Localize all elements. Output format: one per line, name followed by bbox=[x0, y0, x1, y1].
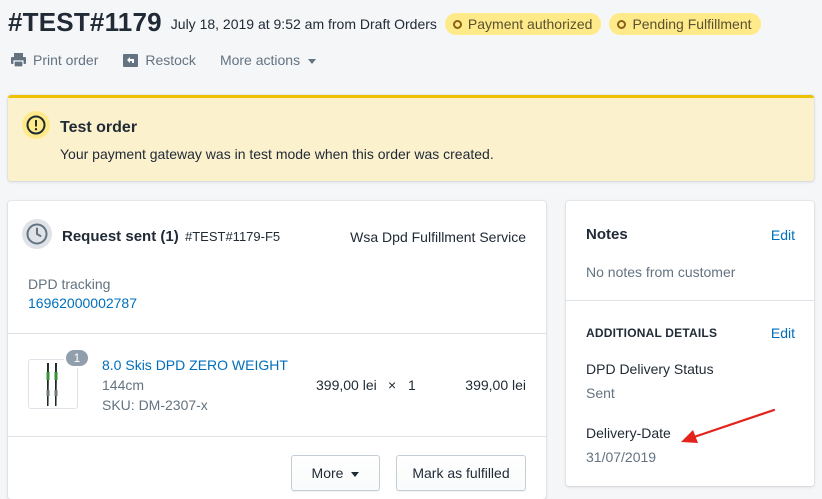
delivery-status-value: Sent bbox=[586, 385, 615, 401]
request-sent-title: Request sent (1) bbox=[62, 228, 179, 245]
fulfillment-status-badge: Pending Fulfillment bbox=[609, 13, 761, 35]
printer-icon bbox=[11, 53, 26, 68]
more-actions-dropdown[interactable]: More actions bbox=[219, 52, 317, 68]
unit-price: 399,00 lei bbox=[316, 377, 377, 393]
status-dot-icon bbox=[617, 19, 627, 29]
divider bbox=[8, 436, 546, 437]
additional-details-title: ADDITIONAL DETAILS bbox=[586, 326, 718, 340]
restock-label: Restock bbox=[145, 52, 196, 68]
fulfillment-card: Request sent (1) #TEST#1179-F5 Wsa Dpd F… bbox=[8, 201, 546, 499]
status-dot-icon bbox=[452, 19, 462, 29]
more-button[interactable]: More bbox=[291, 455, 380, 491]
test-order-banner: Test order Your payment gateway was in t… bbox=[8, 95, 814, 181]
annotation-arrow-icon bbox=[681, 408, 776, 443]
tracking-number-link[interactable]: 16962000002787 bbox=[28, 295, 137, 311]
divider bbox=[8, 333, 546, 334]
more-actions-label: More actions bbox=[219, 52, 301, 68]
fulfillment-status-label: Pending Fulfillment bbox=[632, 16, 752, 32]
caret-down-icon bbox=[351, 471, 360, 477]
more-button-label: More bbox=[311, 465, 344, 481]
print-order-label: Print order bbox=[33, 52, 99, 68]
order-title: #TEST#1179 bbox=[8, 6, 162, 37]
clock-icon bbox=[22, 219, 52, 249]
order-header: #TEST#1179 July 18, 2019 at 9:52 am from… bbox=[8, 4, 761, 40]
notes-empty-text: No notes from customer bbox=[586, 264, 736, 280]
mark-as-fulfilled-button[interactable]: Mark as fulfilled bbox=[396, 455, 526, 491]
fulfillment-service: Wsa Dpd Fulfillment Service bbox=[350, 229, 526, 245]
restock-icon bbox=[123, 54, 139, 67]
product-variant: 144cm bbox=[102, 377, 145, 393]
payment-status-badge: Payment authorized bbox=[444, 13, 602, 35]
fulfillment-id: #TEST#1179-F5 bbox=[185, 229, 281, 244]
notes-title: Notes bbox=[586, 226, 628, 243]
notes-edit-link[interactable]: Edit bbox=[771, 227, 795, 243]
tracking-label: DPD tracking bbox=[28, 276, 111, 292]
restock-button[interactable]: Restock bbox=[122, 52, 196, 68]
divider bbox=[566, 300, 814, 301]
order-meta: July 18, 2019 at 9:52 am from Draft Orde… bbox=[170, 16, 437, 32]
additional-details-edit-link[interactable]: Edit bbox=[771, 325, 795, 341]
print-order-button[interactable]: Print order bbox=[10, 52, 98, 68]
delivery-date-label: Delivery-Date bbox=[586, 425, 671, 441]
line-total: 399,00 lei bbox=[465, 377, 526, 393]
product-sku: SKU: DM-2307-x bbox=[102, 397, 208, 413]
caret-down-icon bbox=[308, 58, 317, 64]
banner-title: Test order bbox=[60, 119, 138, 136]
delivery-status-label: DPD Delivery Status bbox=[586, 361, 714, 377]
delivery-date-value: 31/07/2019 bbox=[586, 449, 657, 465]
quantity-badge: 1 bbox=[64, 348, 90, 368]
product-name-link[interactable]: 8.0 Skis DPD ZERO WEIGHT bbox=[102, 357, 288, 373]
payment-status-label: Payment authorized bbox=[467, 16, 593, 32]
warning-icon bbox=[22, 111, 50, 139]
item-quantity: 1 bbox=[408, 377, 416, 393]
times-sign: × bbox=[388, 377, 397, 393]
banner-text: Your payment gateway was in test mode wh… bbox=[60, 146, 494, 162]
order-actions: Print order Restock More actions bbox=[10, 48, 340, 72]
